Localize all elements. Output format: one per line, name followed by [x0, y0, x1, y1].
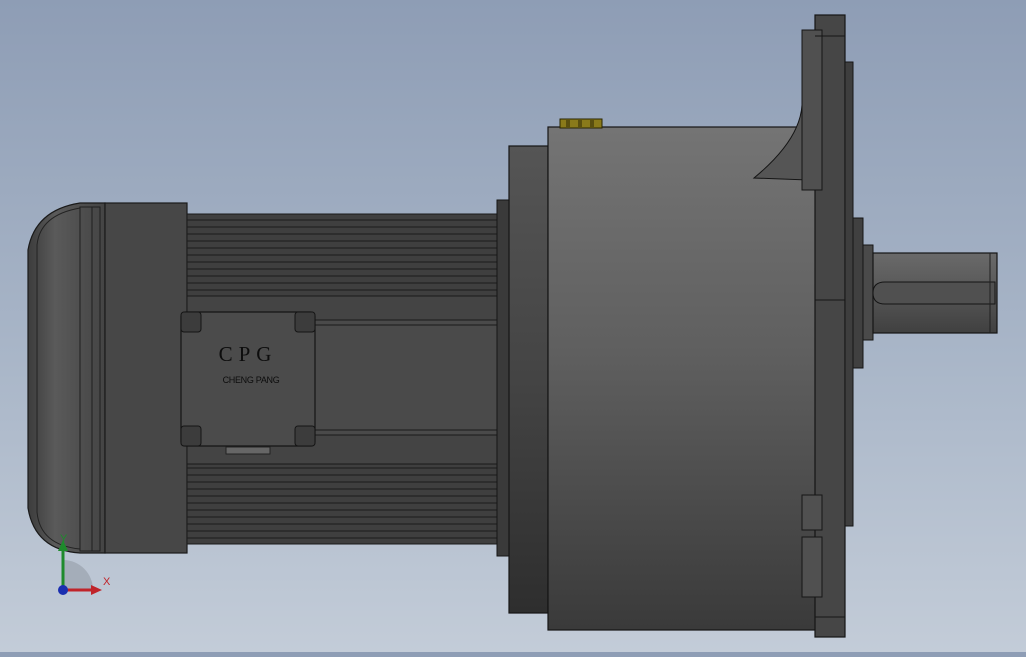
gear-motor-model[interactable]: [0, 0, 1026, 652]
gearbox-housing: [547, 126, 819, 631]
motor-end-ring: [104, 202, 188, 554]
gearbox-flange-rear: [508, 145, 549, 614]
nameplate-brand: CPG: [218, 342, 278, 366]
shaft-keyway: [872, 281, 996, 305]
y-axis-label: Y: [60, 533, 68, 545]
adapter-ring: [496, 199, 510, 557]
nameplate-manufacturer: CHENG PANG: [222, 375, 280, 385]
z-axis-dot: [58, 585, 68, 595]
x-axis-label: X: [103, 576, 111, 588]
output-shaft: [852, 217, 998, 369]
vent-plug: [559, 118, 603, 129]
cad-viewport[interactable]: CPG CHENG PANG X Y: [0, 0, 1026, 652]
fan-cover: [27, 202, 106, 554]
